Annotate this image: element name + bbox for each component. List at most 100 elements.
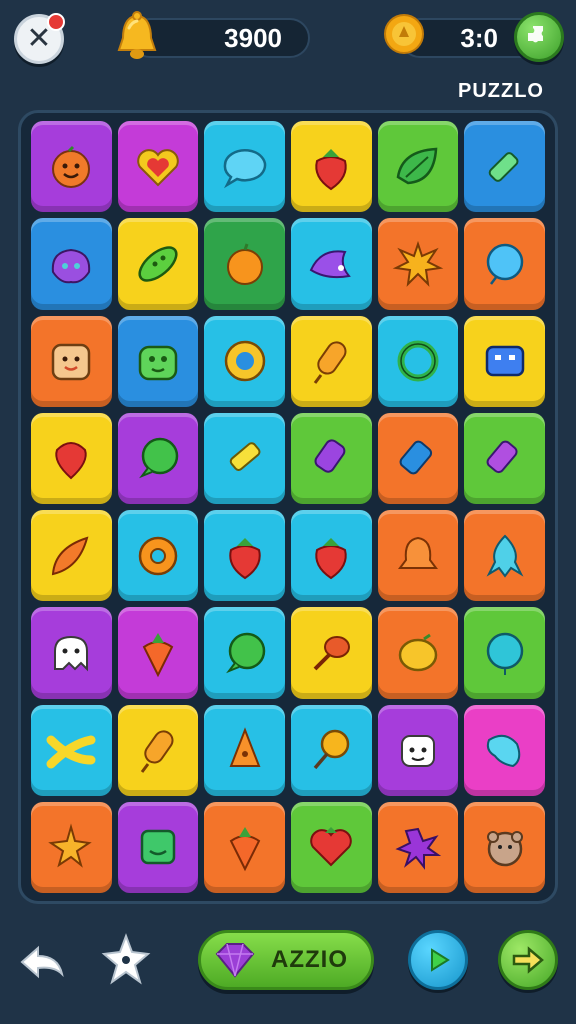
crayon-icon [488, 151, 519, 182]
blue-balloon-icon [486, 243, 523, 285]
board-tile[interactable] [290, 704, 372, 796]
board-tile[interactable] [31, 412, 112, 504]
popsicle-icon [140, 730, 174, 774]
board-tile[interactable] [117, 607, 199, 699]
board-tile[interactable] [117, 218, 199, 310]
board-tile[interactable] [377, 510, 459, 602]
banana-cross-icon [46, 735, 96, 769]
play-button[interactable] [408, 930, 468, 990]
undo-button[interactable] [18, 940, 68, 984]
board-tile[interactable] [290, 315, 372, 407]
green-bubble-icon [225, 632, 265, 674]
board-tile[interactable] [464, 704, 545, 796]
board-tile[interactable] [204, 315, 285, 407]
board-tile[interactable] [290, 607, 372, 699]
game-board [18, 110, 558, 904]
board-tile[interactable] [290, 218, 372, 310]
next-button[interactable] [498, 930, 558, 990]
yellow-crayon-icon [229, 442, 261, 472]
close-button[interactable]: ✕ [14, 13, 65, 64]
cyan-balloon-icon [486, 632, 523, 675]
action-button-label: AZZIO [271, 946, 348, 973]
board-tile[interactable] [377, 121, 459, 213]
board-tile[interactable] [117, 801, 199, 893]
board-tile[interactable] [31, 218, 112, 310]
board-tile[interactable] [117, 412, 199, 504]
splat-icon [392, 240, 444, 287]
squid-icon [486, 534, 524, 578]
board-tile[interactable] [377, 704, 459, 796]
board-tile[interactable] [290, 412, 372, 504]
board-tile[interactable] [117, 121, 199, 213]
carrot-icon [229, 827, 260, 872]
add-time-button[interactable] [514, 12, 564, 62]
board-tile[interactable] [204, 704, 285, 796]
timer-value: 3:0 [460, 22, 498, 53]
medal-icon [382, 12, 426, 56]
blue-crayon-icon [399, 440, 433, 475]
board-tile[interactable] [117, 704, 199, 796]
gem-icon [215, 943, 255, 978]
purple-blob-icon [52, 248, 91, 284]
lemon-icon [398, 633, 438, 672]
bear-face-icon [486, 831, 523, 867]
board-tile[interactable] [377, 218, 459, 310]
board-tile[interactable] [31, 801, 112, 893]
board-tile[interactable] [31, 510, 112, 602]
popsicle-icon [314, 341, 347, 385]
board-tile[interactable] [290, 121, 372, 213]
undo-arrow-icon [20, 945, 64, 979]
board-tile[interactable] [377, 315, 459, 407]
blue-cube-face-icon [485, 345, 524, 377]
board-tile[interactable] [464, 510, 545, 602]
board-tile[interactable] [464, 412, 545, 504]
orange-star-icon [48, 823, 93, 869]
action-button[interactable]: AZZIO [198, 930, 374, 990]
donut-icon [138, 536, 178, 575]
board-tile[interactable] [377, 412, 459, 504]
cyan-star-icon [486, 735, 520, 768]
board-tile[interactable] [204, 412, 285, 504]
orange-cone-icon [229, 727, 261, 768]
board-tile[interactable] [464, 801, 545, 893]
puzzle-piece-icon [528, 26, 543, 43]
board-tile[interactable] [204, 121, 285, 213]
ghost-icon [54, 635, 89, 672]
board-tile[interactable] [290, 510, 372, 602]
board-tile[interactable] [290, 801, 372, 893]
hint-button[interactable] [100, 932, 152, 988]
board-tile[interactable] [117, 315, 199, 407]
board-tile[interactable] [204, 607, 285, 699]
heart-strawberry-icon [310, 827, 353, 867]
board-tile[interactable] [31, 607, 112, 699]
board-tile[interactable] [464, 218, 545, 310]
lollipop-icon [313, 729, 350, 770]
bell-icon [397, 536, 438, 569]
strawberry-icon [229, 537, 261, 579]
green-bean-icon [138, 246, 178, 282]
board-tile[interactable] [117, 510, 199, 602]
board-tile[interactable] [31, 704, 112, 796]
board-tile[interactable] [464, 607, 545, 699]
board-tile[interactable] [377, 607, 459, 699]
board-tile[interactable] [464, 315, 545, 407]
smiling-face-icon [52, 145, 91, 188]
board-tile[interactable] [31, 121, 112, 213]
board-tile[interactable] [204, 801, 285, 893]
purple-popsicle-icon [314, 439, 346, 474]
board-tile[interactable] [377, 801, 459, 893]
play-icon [431, 948, 450, 972]
orange-fruit-icon [226, 243, 263, 285]
bell-icon [114, 10, 160, 64]
board-tile[interactable] [31, 315, 112, 407]
board-tile[interactable] [204, 218, 285, 310]
cookie-bubble-icon [224, 340, 265, 382]
board-tile[interactable] [464, 121, 545, 213]
heart-icon [137, 148, 179, 187]
carrot-icon [142, 632, 174, 678]
board-tile[interactable] [204, 510, 285, 602]
close-icon: ✕ [26, 21, 52, 56]
green-bubble-icon [139, 438, 179, 479]
arrow-right-icon [512, 946, 544, 974]
star-icon [101, 933, 151, 985]
